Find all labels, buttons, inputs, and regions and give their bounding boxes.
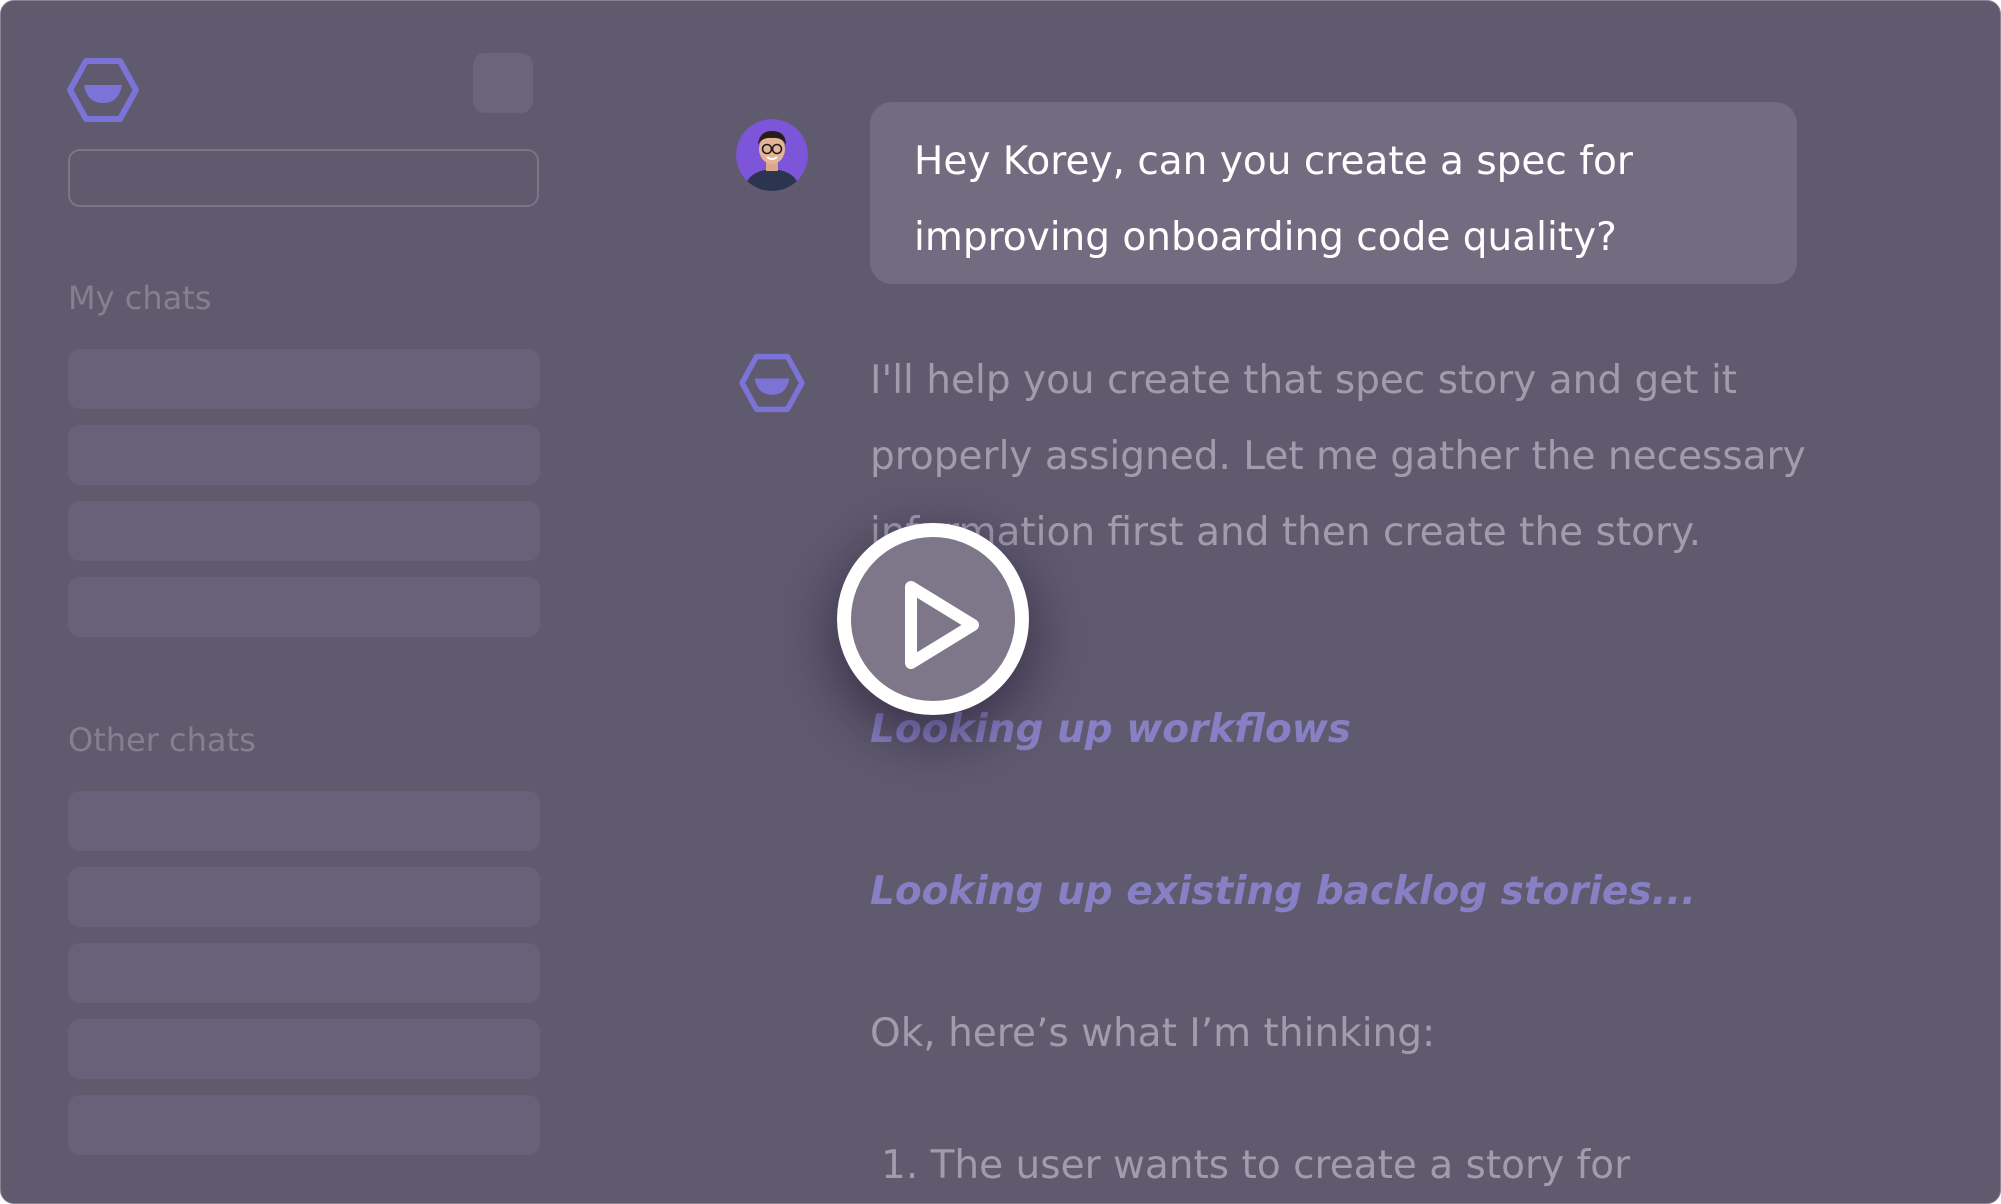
sidebar: My chats Other chats (1, 1, 561, 1203)
user-avatar (736, 119, 808, 191)
other-chats-heading: Other chats (68, 721, 256, 759)
chat-list-item[interactable] (68, 425, 540, 485)
my-chats-heading: My chats (68, 279, 212, 317)
chat-list-item[interactable] (68, 501, 540, 561)
chat-list-item[interactable] (68, 1019, 540, 1079)
chat-list-item[interactable] (68, 867, 540, 927)
assistant-list-item: 1. The user wants to create a story for (881, 1143, 1631, 1188)
user-message-text: Hey Korey, can you create a spec for imp… (914, 139, 1633, 260)
assistant-logo-icon (739, 353, 805, 413)
assistant-message-text: I'll help you create that spec story and… (870, 358, 1806, 555)
user-message-bubble: Hey Korey, can you create a spec for imp… (870, 102, 1797, 284)
tool-status-backlog: Looking up existing backlog stories... (870, 869, 1697, 914)
chat-list-item[interactable] (68, 1095, 540, 1155)
chat-list-item[interactable] (68, 349, 540, 409)
chat-list-item[interactable] (68, 943, 540, 1003)
assistant-followup-text: Ok, here’s what I’m thinking: (870, 1011, 1436, 1056)
app-window: My chats Other chats Hey Korey, can you … (0, 0, 2001, 1204)
hexagon-logo-icon[interactable] (67, 57, 139, 123)
chat-list-item[interactable] (68, 577, 540, 637)
new-chat-button[interactable] (473, 53, 533, 113)
play-icon (905, 581, 979, 669)
my-chats-list (68, 349, 540, 653)
play-button[interactable] (837, 523, 1029, 715)
search-input[interactable] (68, 149, 539, 207)
other-chats-list (68, 791, 540, 1171)
chat-list-item[interactable] (68, 791, 540, 851)
